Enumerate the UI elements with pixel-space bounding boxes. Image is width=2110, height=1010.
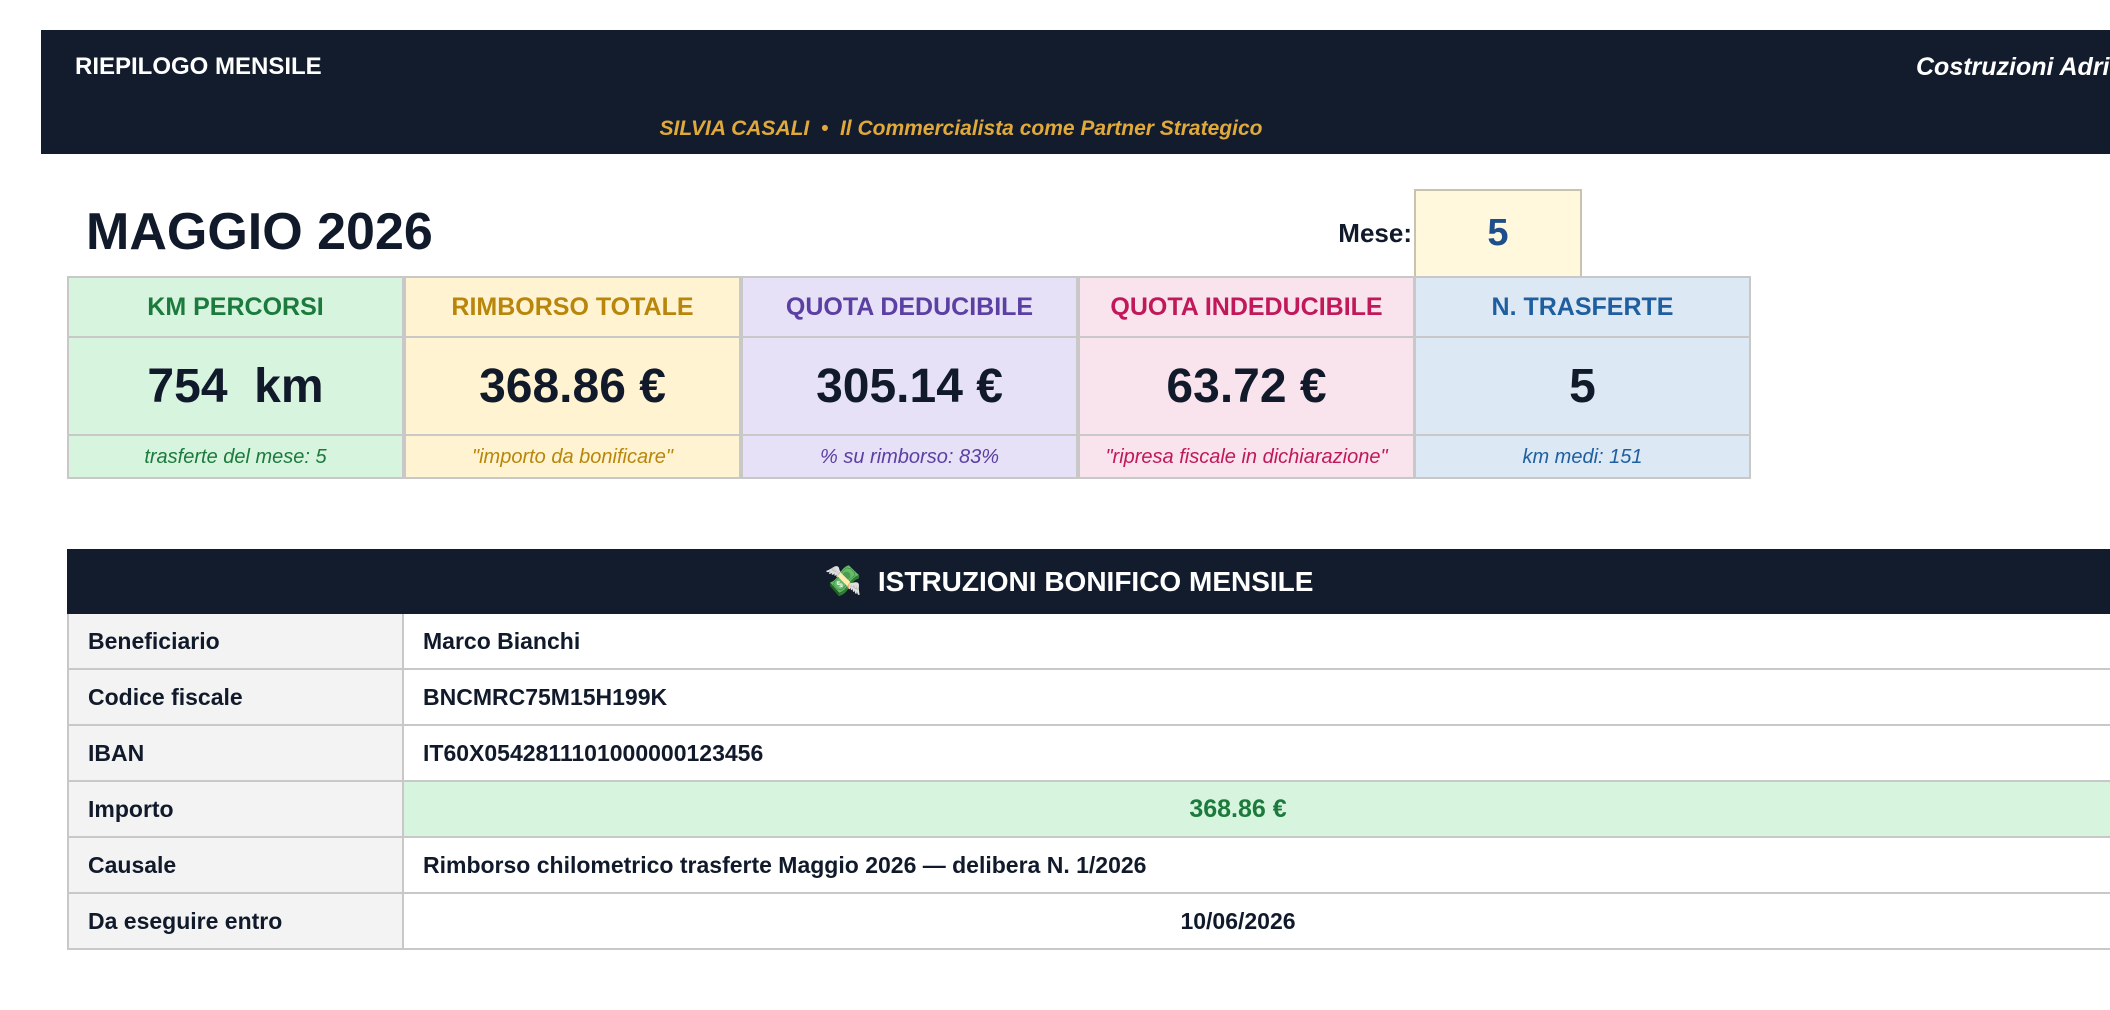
kpi-quota-indeducibile: QUOTA INDEDUCIBILE 63.72 € "ripresa fisc…: [1078, 276, 1415, 479]
kpi-note: km medi: 151: [1522, 446, 1643, 468]
kpi-label: N. TRASFERTE: [1416, 278, 1749, 338]
kpi-note: "importo da bonificare": [472, 446, 673, 468]
table-row-importo: Importo 368.86 €: [67, 782, 2110, 838]
table-row-beneficiario: Beneficiario Marco Bianchi: [67, 614, 2110, 670]
money-with-wings-icon: 💸: [824, 565, 862, 598]
month-selector-label: Mese:: [1338, 218, 1412, 248]
kpi-label: QUOTA INDEDUCIBILE: [1080, 278, 1413, 338]
transfer-instructions-header: 💸 ISTRUZIONI BONIFICO MENSILE: [67, 549, 2110, 614]
kpi-n-trasferte: N. TRASFERTE 5 km medi: 151: [1414, 276, 1751, 479]
kpi-quota-deducibile: QUOTA DEDUCIBILE 305.14 € % su rimborso:…: [741, 276, 1078, 479]
kpi-note: % su rimborso: 83%: [820, 446, 999, 468]
row-label: Importo: [67, 782, 404, 838]
kpi-value: 305.14 €: [743, 338, 1076, 436]
table-row-causale: Causale Rimborso chilometrico trasferte …: [67, 838, 2110, 894]
kpi-label: KM PERCORSI: [69, 278, 402, 338]
row-value-amount: 368.86 €: [404, 782, 2110, 838]
row-label: Da eseguire entro: [67, 894, 404, 950]
row-value: Marco Bianchi: [404, 614, 2110, 670]
row-value: 10/06/2026: [404, 894, 2110, 950]
report-title: RIEPILOGO MENSILE: [75, 53, 322, 80]
kpi-label: QUOTA DEDUCIBILE: [743, 278, 1076, 338]
company-name: Costruzioni Adri: [1916, 53, 2110, 81]
kpi-rimborso-totale: RIMBORSO TOTALE 368.86 € "importo da bon…: [404, 276, 741, 479]
kpi-value: 368.86 €: [406, 338, 739, 436]
kpi-note: trasferte del mese: 5: [144, 446, 327, 468]
kpi-value: 5: [1416, 338, 1749, 436]
row-label: Causale: [67, 838, 404, 894]
month-title: MAGGIO 2026: [86, 203, 433, 261]
kpi-value: 754 km: [69, 338, 402, 436]
transfer-instructions-title: ISTRUZIONI BONIFICO MENSILE: [877, 565, 1314, 597]
report-subtitle: SILVIA CASALI • Il Commercialista come P…: [659, 117, 1263, 140]
table-row-scadenza: Da eseguire entro 10/06/2026: [67, 894, 2110, 950]
row-label: IBAN: [67, 726, 404, 782]
row-label: Beneficiario: [67, 614, 404, 670]
table-row-iban: IBAN IT60X0542811101000000123456: [67, 726, 2110, 782]
kpi-value: 63.72 €: [1080, 338, 1413, 436]
row-value: BNCMRC75M15H199K: [404, 670, 2110, 726]
month-selector-input[interactable]: 5: [1414, 189, 1582, 278]
kpi-label: RIMBORSO TOTALE: [406, 278, 739, 338]
kpi-km-percorsi: KM PERCORSI 754 km trasferte del mese: 5: [67, 276, 404, 479]
report-header: RIEPILOGO MENSILE Costruzioni Adri SILVI…: [41, 30, 2110, 154]
row-label: Codice fiscale: [67, 670, 404, 726]
row-value: IT60X0542811101000000123456: [404, 726, 2110, 782]
kpi-note: "ripresa fiscale in dichiarazione": [1105, 446, 1388, 468]
table-row-codice-fiscale: Codice fiscale BNCMRC75M15H199K: [67, 670, 2110, 726]
row-value: Rimborso chilometrico trasferte Maggio 2…: [404, 838, 2110, 894]
